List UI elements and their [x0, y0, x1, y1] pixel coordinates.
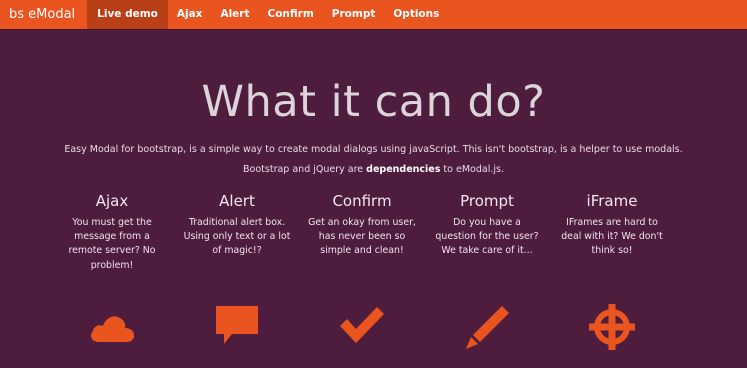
hero-section: What it can do? Easy Modal for bootstrap… — [0, 29, 747, 368]
feature-description: You must get the message from a remote s… — [68, 217, 156, 271]
feature-title: Confirm — [332, 192, 392, 210]
feature-description: Do you have a question for the user? We … — [435, 217, 539, 257]
nav-alert[interactable]: Alert — [211, 0, 258, 29]
feature-title: Prompt — [460, 192, 514, 210]
lead-text: Easy Modal for bootstrap, is a simple wa… — [64, 144, 683, 155]
dependencies-prefix: Bootstrap and jQuery are — [243, 164, 367, 175]
page-title: What it can do? — [201, 77, 546, 127]
nav-confirm[interactable]: Confirm — [259, 0, 323, 29]
nav-live-demo[interactable]: Live demo — [87, 0, 168, 29]
dependencies-bold: dependencies — [366, 164, 441, 175]
nav-prompt[interactable]: Prompt — [323, 0, 385, 29]
feature-description: Traditional alert box. Using only text o… — [183, 217, 291, 257]
cloud-icon — [91, 316, 135, 342]
dependencies-text: Bootstrap and jQuery are dependencies to… — [0, 164, 747, 175]
feature-title: Alert — [219, 192, 255, 210]
brand-link[interactable]: bs eModal — [0, 0, 87, 29]
feature-prompt: Prompt Do you have a question for the us… — [432, 192, 542, 349]
speech-bubble-icon — [216, 306, 258, 344]
features-grid: Ajax You must get the message from a rem… — [0, 192, 747, 357]
pencil-icon — [466, 306, 509, 349]
feature-ajax: Ajax You must get the message from a rem… — [57, 192, 167, 342]
feature-confirm: Confirm Get an okay from user, has never… — [307, 192, 417, 343]
feature-description: IFrames are hard to deal with it? We don… — [561, 217, 663, 257]
dependencies-suffix: to eModal.js. — [440, 164, 504, 175]
feature-description: Get an okay from user, has never been so… — [308, 217, 416, 257]
navbar: bs eModal Live demo Ajax Alert Confirm P… — [0, 0, 747, 29]
nav-options[interactable]: Options — [384, 0, 448, 29]
checkmark-icon — [340, 307, 384, 343]
feature-title: iFrame — [586, 192, 638, 210]
feature-title: Ajax — [95, 192, 129, 210]
feature-iframe: iFrame IFrames are hard to deal with it?… — [557, 192, 667, 350]
nav-ajax[interactable]: Ajax — [168, 0, 212, 29]
feature-alert: Alert Traditional alert box. Using only … — [182, 192, 292, 344]
crosshair-icon — [589, 304, 635, 350]
